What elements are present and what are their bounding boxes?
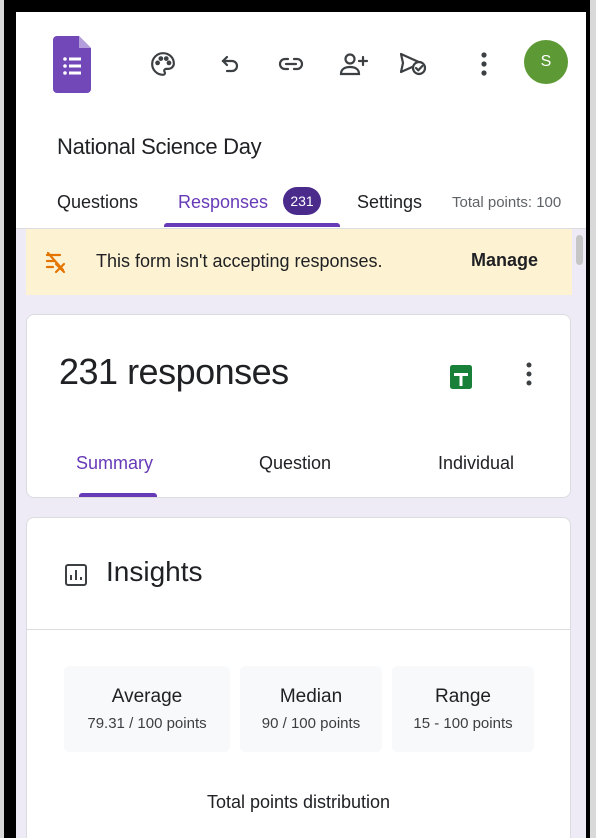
stat-label: Range bbox=[435, 686, 491, 707]
stat-range: Range 15 - 100 points bbox=[392, 666, 534, 752]
toolbar: S bbox=[16, 12, 586, 132]
add-collaborator-icon[interactable] bbox=[339, 49, 369, 79]
not-accepting-banner: This form isn't accepting responses. Man… bbox=[26, 229, 572, 295]
insights-card: Insights Average 79.31 / 100 points Medi… bbox=[26, 517, 571, 838]
google-sheets-icon[interactable] bbox=[450, 365, 472, 389]
total-points-label: Total points: 100 bbox=[452, 194, 562, 211]
more-vert-icon[interactable] bbox=[517, 360, 541, 388]
insights-divider bbox=[27, 629, 570, 630]
stat-label: Average bbox=[111, 686, 183, 707]
tab-responses[interactable]: Responses bbox=[178, 192, 268, 213]
form-title: National Science Day bbox=[57, 134, 262, 159]
subtab-summary[interactable]: Summary bbox=[76, 453, 153, 474]
insights-title: Insights bbox=[106, 556, 203, 587]
subtab-individual[interactable]: Individual bbox=[438, 453, 514, 474]
undo-icon[interactable] bbox=[215, 49, 245, 79]
insights-chart-icon bbox=[65, 564, 87, 586]
scrollbar-thumb[interactable] bbox=[576, 235, 583, 265]
active-tab-indicator bbox=[164, 223, 340, 227]
stat-median: Median 90 / 100 points bbox=[240, 666, 382, 752]
tab-settings[interactable]: Settings bbox=[357, 192, 422, 213]
tab-questions[interactable]: Questions bbox=[57, 192, 138, 213]
palette-icon[interactable] bbox=[148, 49, 178, 79]
google-forms-icon[interactable] bbox=[53, 36, 91, 93]
responses-count-title: 231 responses bbox=[59, 351, 289, 392]
responses-off-icon bbox=[44, 250, 68, 274]
forms-app: S National Science Day Questions Respons… bbox=[16, 12, 586, 838]
window-frame: S National Science Day Questions Respons… bbox=[4, 0, 590, 838]
stat-value: 90 / 100 points bbox=[261, 715, 361, 732]
stat-value: 15 - 100 points bbox=[413, 715, 513, 732]
avatar[interactable]: S bbox=[524, 40, 568, 84]
stat-average: Average 79.31 / 100 points bbox=[64, 666, 230, 752]
manage-button[interactable]: Manage bbox=[471, 250, 538, 271]
link-icon[interactable] bbox=[276, 49, 306, 79]
publish-icon[interactable] bbox=[398, 49, 428, 79]
stat-label: Median bbox=[279, 686, 343, 707]
responses-summary-card: 231 responses Summary Question Individua… bbox=[26, 314, 571, 498]
distribution-title: Total points distribution bbox=[206, 792, 391, 812]
scrollbar[interactable] bbox=[574, 233, 584, 833]
subtab-question[interactable]: Question bbox=[259, 453, 331, 474]
responses-count-badge: 231 bbox=[283, 187, 321, 215]
banner-message: This form isn't accepting responses. bbox=[96, 251, 383, 271]
more-vert-icon[interactable] bbox=[469, 49, 499, 79]
responses-content: This form isn't accepting responses. Man… bbox=[16, 229, 586, 838]
stat-value: 79.31 / 100 points bbox=[87, 715, 207, 732]
active-subtab-indicator bbox=[79, 493, 157, 497]
